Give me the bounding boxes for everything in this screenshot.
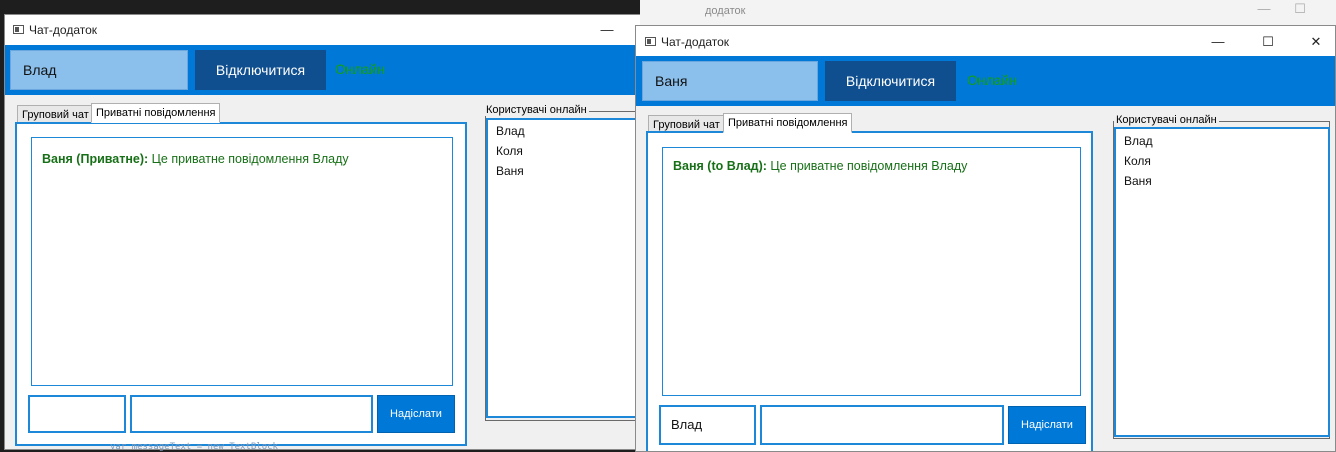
- chat-window-vlad: Чат-додаток — Влад Відключитися Онлайн Г…: [4, 14, 654, 450]
- messages-box: Ваня (to Влад): Це приватне повідомлення…: [662, 147, 1081, 396]
- private-messages-panel: Ваня (to Влад): Це приватне повідомлення…: [646, 131, 1093, 451]
- top-bar: Влад Відключитися Онлайн: [5, 45, 653, 95]
- disconnect-button[interactable]: Відключитися: [195, 50, 326, 90]
- user-item[interactable]: Коля: [496, 144, 523, 158]
- message-text: Це приватне повідомлення Владу: [148, 152, 349, 166]
- username-field[interactable]: Ваня: [642, 61, 818, 101]
- message-text: Це приватне повідомлення Владу: [766, 159, 968, 173]
- username-field[interactable]: Влад: [10, 50, 188, 90]
- user-item[interactable]: Ваня: [1124, 174, 1152, 188]
- status-label: Онлайн: [967, 72, 1018, 88]
- minimize-icon: —: [1257, 1, 1271, 16]
- online-users-legend: Користувачі онлайн: [484, 104, 589, 116]
- user-item[interactable]: Влад: [496, 124, 525, 138]
- recipient-input[interactable]: Влад: [659, 405, 756, 445]
- status-label: Онлайн: [335, 61, 386, 77]
- minimize-icon[interactable]: —: [1198, 27, 1238, 57]
- recipient-input[interactable]: [28, 395, 126, 433]
- messages-box: Ваня (Приватне): Це приватне повідомленн…: [31, 137, 453, 386]
- online-users-list[interactable]: Влад Коля Ваня: [1114, 127, 1330, 437]
- app-icon: [13, 25, 24, 34]
- user-item[interactable]: Коля: [1124, 154, 1151, 168]
- message-sender: Ваня (to Влад):: [673, 159, 767, 173]
- message-sender: Ваня (Приватне):: [42, 152, 149, 166]
- send-button[interactable]: Надіслати: [1008, 406, 1086, 444]
- minimize-icon[interactable]: —: [587, 15, 627, 45]
- maximize-icon[interactable]: ☐: [1248, 27, 1288, 57]
- top-bar: Ваня Відключитися Онлайн: [636, 56, 1335, 106]
- title-bar[interactable]: Чат-додаток —: [5, 15, 653, 45]
- background-code-line: var messageText = new TextBlock: [110, 442, 278, 452]
- maximize-icon: ☐: [1294, 1, 1306, 16]
- private-messages-panel: Ваня (Приватне): Це приватне повідомленн…: [15, 122, 467, 446]
- disconnect-button[interactable]: Відключитися: [825, 61, 956, 101]
- close-icon[interactable]: ✕: [1296, 27, 1335, 57]
- send-button[interactable]: Надіслати: [377, 395, 455, 433]
- online-users-list[interactable]: Влад Коля Ваня: [486, 118, 653, 418]
- window-title: Чат-додаток: [29, 23, 98, 37]
- user-item[interactable]: Влад: [1124, 134, 1153, 148]
- message-input[interactable]: [130, 395, 373, 433]
- message-item: Ваня (Приватне): Це приватне повідомленн…: [42, 152, 349, 166]
- title-bar[interactable]: Чат-додаток — ☐ ✕: [636, 26, 1335, 56]
- message-input[interactable]: [760, 405, 1004, 445]
- chat-window-vanya: Чат-додаток — ☐ ✕ Ваня Відключитися Онла…: [635, 25, 1336, 452]
- tab-private-messages[interactable]: Приватні повідомлення: [723, 113, 853, 133]
- message-item: Ваня (to Влад): Це приватне повідомлення…: [673, 159, 967, 173]
- online-users-legend: Користувачі онлайн: [1114, 114, 1219, 126]
- window-title: Чат-додаток: [661, 35, 730, 49]
- tab-group-chat[interactable]: Груповий чат: [17, 105, 94, 123]
- tab-private-messages[interactable]: Приватні повідомлення: [91, 103, 221, 123]
- background-window-title: додаток: [705, 5, 746, 17]
- app-icon: [645, 37, 656, 46]
- user-item[interactable]: Ваня: [496, 164, 524, 178]
